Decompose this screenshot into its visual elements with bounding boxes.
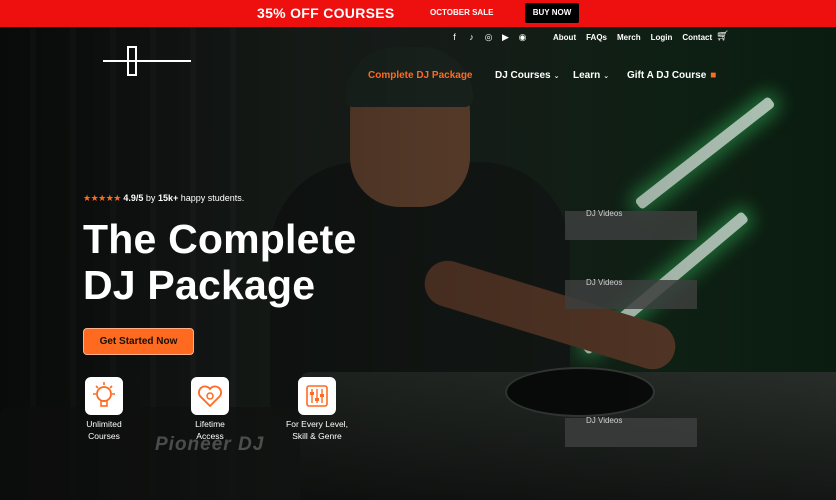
feature-label: Lifetime: [195, 419, 225, 429]
lightbulb-gear-icon: [85, 377, 123, 415]
nav-merch[interactable]: Merch: [617, 33, 641, 42]
title-line-1: The Complete: [83, 216, 357, 262]
feature-label: Courses: [88, 430, 120, 441]
title-line-2: DJ Package: [83, 262, 316, 308]
cart-icon[interactable]: 🛒︎: [716, 31, 729, 42]
dj-videos-card[interactable]: DJ Videos: [565, 416, 697, 447]
sliders-icon: [298, 377, 336, 415]
promo-bar: 35% OFF COURSES OCTOBER SALE BUY NOW: [0, 0, 836, 27]
social-icons: f ♪ ◎ ▶ ◉: [450, 32, 527, 43]
nav-learn[interactable]: Learn ⌄: [573, 70, 609, 81]
facebook-icon[interactable]: f: [450, 32, 459, 43]
rss-icon[interactable]: ◉: [518, 32, 527, 43]
chevron-down-icon: ⌄: [553, 73, 560, 80]
promo-title: 35% OFF COURSES: [257, 5, 395, 21]
rating-stars: ★★★★★: [83, 193, 121, 203]
tiktok-icon[interactable]: ♪: [467, 32, 476, 43]
feature-label: Skill & Genre: [292, 430, 342, 441]
get-started-button[interactable]: Get Started Now: [83, 328, 194, 355]
buy-now-button[interactable]: BUY NOW: [525, 3, 579, 23]
utility-nav: About FAQs Merch Login Contact: [553, 33, 712, 42]
nav-dj-courses-label: DJ Courses: [495, 70, 551, 81]
heart-shield-icon: [191, 377, 229, 415]
feature-label: Unlimited: [86, 419, 122, 429]
feature-label: Access: [196, 430, 224, 441]
feature-every-level: For Every Level, Skill & Genre: [277, 377, 357, 442]
nav-gift-course[interactable]: Gift A DJ Course ■: [627, 70, 716, 81]
instagram-icon[interactable]: ◎: [484, 32, 493, 43]
gift-icon: ■: [710, 70, 717, 81]
dj-videos-label: DJ Videos: [586, 278, 623, 287]
rating-suffix: happy students.: [180, 193, 245, 203]
rating-count: 15k+: [157, 193, 179, 203]
dj-videos-card[interactable]: DJ Videos: [565, 278, 697, 309]
youtube-icon[interactable]: ▶: [501, 32, 510, 43]
promo-sale-label: OCTOBER SALE: [430, 8, 494, 17]
page-title: The Complete DJ Package: [83, 216, 357, 308]
logo-fader: [127, 46, 137, 76]
nav-complete-dj-package[interactable]: Complete DJ Package: [368, 70, 473, 81]
nav-learn-label: Learn: [573, 70, 601, 81]
nav-dj-courses[interactable]: DJ Courses ⌄: [495, 70, 559, 81]
chevron-down-icon: ⌄: [603, 73, 610, 80]
nav-gift-label: Gift A DJ Course: [627, 70, 707, 81]
nav-login[interactable]: Login: [651, 33, 673, 42]
rating-score: 4.9/5: [123, 193, 144, 203]
dj-videos-label: DJ Videos: [586, 416, 623, 425]
rating-by: by: [145, 193, 156, 203]
dj-videos-card[interactable]: DJ Videos: [565, 209, 697, 240]
feature-label: For Every Level,: [286, 419, 348, 429]
feature-unlimited-courses: Unlimited Courses: [64, 377, 144, 442]
logo-line: [103, 60, 191, 62]
site-logo[interactable]: [103, 46, 191, 76]
dj-videos-label: DJ Videos: [586, 209, 623, 218]
nav-contact[interactable]: Contact: [682, 33, 712, 42]
nav-faqs[interactable]: FAQs: [586, 33, 607, 42]
feature-lifetime-access: Lifetime Access: [170, 377, 250, 442]
nav-about[interactable]: About: [553, 33, 576, 42]
rating-line: ★★★★★ 4.9/5 by 15k+ happy students.: [83, 193, 244, 204]
